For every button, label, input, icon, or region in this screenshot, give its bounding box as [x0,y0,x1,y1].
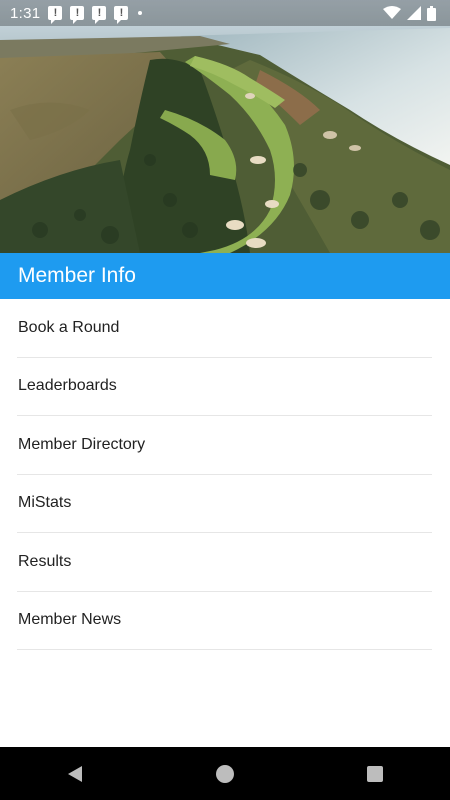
back-button[interactable] [55,754,95,794]
recents-button[interactable] [355,754,395,794]
menu-item-book-a-round[interactable]: Book a Round [17,299,432,358]
menu-item-label: Leaderboards [18,377,117,395]
status-right-icons [383,5,436,21]
home-button[interactable] [205,754,245,794]
alert-icon: ! [70,6,85,24]
menu-item-label: MiStats [18,494,72,512]
menu-item-member-news[interactable]: Member News [17,592,432,650]
member-menu-list: Book a Round Leaderboards Member Directo… [17,299,432,650]
menu-item-label: Member News [18,611,122,629]
back-icon [68,765,82,782]
status-time: 1:31 [10,4,41,22]
menu-item-label: Member Directory [18,435,146,453]
menu-item-label: Book a Round [18,318,120,336]
notification-icons: ! ! ! ! [48,6,143,24]
menu-item-label: Results [18,552,72,570]
section-header: Member Info [0,253,450,299]
alert-icon: ! [48,6,63,24]
menu-item-results[interactable]: Results [17,533,432,592]
golf-course-photo [0,0,450,253]
cell-signal-icon [407,6,421,20]
home-icon [216,764,234,783]
status-bar: 1:31 ! ! ! ! [0,0,450,26]
battery-icon [427,5,436,21]
recents-icon [367,765,383,782]
menu-item-mistats[interactable]: MiStats [17,475,432,533]
wifi-icon [383,6,401,19]
alert-icon: ! [114,6,129,24]
hero-golf-course-image [0,0,450,253]
alert-icon: ! [92,6,107,24]
page-title: Member Info [18,264,136,287]
more-notifications-dot-icon [138,11,143,15]
menu-item-member-directory[interactable]: Member Directory [17,416,432,475]
system-nav-bar [0,747,450,800]
menu-item-leaderboards[interactable]: Leaderboards [17,358,432,416]
